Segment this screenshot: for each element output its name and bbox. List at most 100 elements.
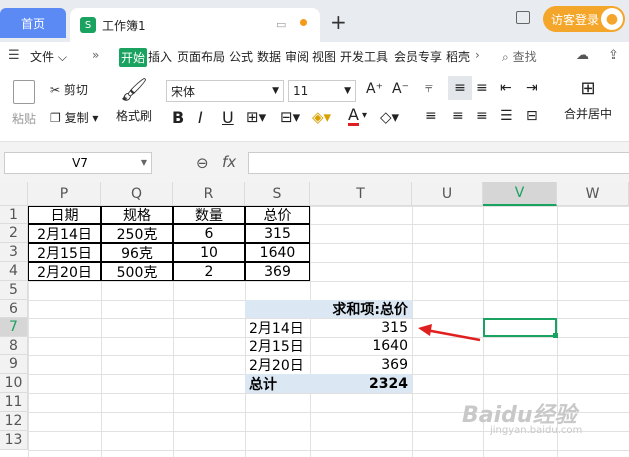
- align-center-icon[interactable]: ≡: [452, 108, 464, 124]
- format-painter-button[interactable]: 🖌 格式刷: [112, 78, 156, 124]
- pivot-total-label[interactable]: 总计: [245, 374, 310, 393]
- italic-icon[interactable]: I: [198, 108, 203, 127]
- fill-handle[interactable]: [553, 333, 558, 338]
- underline-icon[interactable]: U: [222, 108, 234, 127]
- menu-insert[interactable]: 插入: [148, 48, 172, 65]
- more-arrows-icon[interactable]: »: [92, 48, 99, 62]
- table-cell[interactable]: 500克: [101, 262, 173, 281]
- font-size-select[interactable]: 11 ▼: [288, 80, 356, 102]
- row-header-8[interactable]: 8: [0, 337, 28, 355]
- justify-icon[interactable]: ☰: [500, 108, 513, 124]
- distributed-icon[interactable]: ⊟: [526, 108, 538, 124]
- menu-data[interactable]: 数据: [257, 48, 281, 65]
- eraser-icon[interactable]: ◇▾: [380, 108, 399, 126]
- table-cell[interactable]: 2月15日: [28, 243, 101, 262]
- chevron-right-icon[interactable]: ›: [475, 48, 480, 62]
- font-color-icon[interactable]: A: [348, 107, 359, 126]
- paste-button[interactable]: 粘贴: [8, 78, 40, 136]
- table-cell[interactable]: 96克: [101, 243, 173, 262]
- row-header-12[interactable]: 12: [0, 412, 28, 431]
- zoom-icon[interactable]: ⊖: [196, 154, 209, 172]
- table-cell[interactable]: 2: [173, 262, 245, 281]
- table-cell[interactable]: 2月20日: [28, 262, 101, 281]
- table-cell[interactable]: 315: [245, 224, 310, 243]
- table-header[interactable]: 规格: [101, 206, 173, 224]
- spreadsheet-grid[interactable]: PQRSTUVW 1 2 3 4 5 6 7 8 9 10 11 12 13 日期 规格 数量 总价 2月14日…: [0, 182, 629, 457]
- table-cell[interactable]: 6: [173, 224, 245, 243]
- column-header-s[interactable]: S: [245, 182, 310, 206]
- search-button[interactable]: ⌕ 查找: [502, 48, 537, 65]
- column-header-w[interactable]: W: [557, 182, 629, 206]
- formula-input[interactable]: [248, 152, 629, 174]
- pivot-row-value[interactable]: 315: [310, 318, 412, 337]
- row-header-5[interactable]: 5: [0, 281, 28, 300]
- pivot-row-label[interactable]: 2月14日: [245, 318, 310, 337]
- select-all-corner[interactable]: [0, 182, 28, 206]
- visitor-login-button[interactable]: 访客登录 ●: [543, 6, 625, 32]
- font-name-select[interactable]: 宋体 ▼: [166, 80, 284, 102]
- monitor-icon[interactable]: ▭: [276, 18, 286, 31]
- table-header[interactable]: 日期: [28, 206, 101, 224]
- pivot-total-value[interactable]: 2324: [310, 374, 412, 393]
- decrease-font-icon[interactable]: A⁻: [392, 81, 409, 97]
- column-header-t[interactable]: T: [310, 182, 412, 206]
- row-header-13[interactable]: 13: [0, 431, 28, 450]
- column-header-r[interactable]: R: [173, 182, 245, 206]
- cloud-icon[interactable]: ☁: [576, 48, 589, 63]
- indent-increase-icon[interactable]: ⇥: [526, 80, 538, 96]
- cut-button[interactable]: ✂ 剪切: [50, 81, 88, 98]
- function-icon[interactable]: fx: [222, 153, 236, 171]
- menu-review[interactable]: 审阅: [285, 48, 309, 65]
- pivot-row-value[interactable]: 1640: [310, 337, 412, 355]
- chevron-down-icon[interactable]: ▾: [362, 110, 367, 121]
- hamburger-icon[interactable]: ☰: [8, 48, 20, 63]
- copy-button[interactable]: ❐ 复制 ▾: [50, 109, 98, 126]
- pivot-row-label[interactable]: 2月20日: [245, 355, 310, 374]
- menu-page-layout[interactable]: 页面布局: [177, 48, 225, 65]
- menu-start[interactable]: 开始: [119, 48, 148, 67]
- pivot-title[interactable]: 求和项:总价: [245, 300, 412, 318]
- window-layout-icon[interactable]: [516, 11, 530, 24]
- menu-formula[interactable]: 公式: [229, 48, 253, 65]
- column-header-q[interactable]: Q: [101, 182, 173, 206]
- pivot-row-value[interactable]: 369: [310, 355, 412, 374]
- column-header-v[interactable]: V: [483, 182, 557, 206]
- align-right-icon[interactable]: ≡: [476, 108, 488, 124]
- menu-developer[interactable]: 开发工具: [340, 48, 388, 65]
- table-cell[interactable]: 10: [173, 243, 245, 262]
- row-header-11[interactable]: 11: [0, 393, 28, 412]
- tab-home[interactable]: 首页: [0, 8, 66, 38]
- table-header[interactable]: 总价: [245, 206, 310, 224]
- row-header-10[interactable]: 10: [0, 374, 28, 393]
- align-middle-icon[interactable]: ≡: [448, 76, 472, 100]
- align-top-icon[interactable]: ⫧: [425, 80, 433, 96]
- menu-member[interactable]: 会员专享: [394, 48, 442, 65]
- share-icon[interactable]: ⇪: [608, 48, 619, 63]
- tab-workbook[interactable]: S 工作簿1 ▭: [70, 8, 320, 42]
- pivot-row-label[interactable]: 2月15日: [245, 337, 310, 355]
- new-tab-button[interactable]: +: [330, 10, 347, 34]
- align-left-icon[interactable]: ≡: [425, 108, 437, 124]
- column-header-p[interactable]: P: [28, 182, 101, 206]
- table-cell[interactable]: 369: [245, 262, 310, 281]
- row-header-6[interactable]: 6: [0, 300, 28, 318]
- menu-view[interactable]: 视图: [312, 48, 336, 65]
- selected-cell-outline[interactable]: [483, 318, 557, 337]
- row-header-2[interactable]: 2: [0, 224, 28, 243]
- row-header-7[interactable]: 7: [0, 318, 28, 337]
- row-header-9[interactable]: 9: [0, 355, 28, 374]
- increase-font-icon[interactable]: A⁺: [366, 81, 383, 97]
- row-header-4[interactable]: 4: [0, 262, 28, 281]
- table-header[interactable]: 数量: [173, 206, 245, 224]
- indent-decrease-icon[interactable]: ⇤: [500, 80, 512, 96]
- row-header-3[interactable]: 3: [0, 243, 28, 262]
- table-cell[interactable]: 250克: [101, 224, 173, 243]
- table-cell[interactable]: 1640: [245, 243, 310, 262]
- table-cell[interactable]: 2月14日: [28, 224, 101, 243]
- merge-format-icon[interactable]: ⊟▾: [280, 108, 300, 126]
- menu-docer[interactable]: 稻壳: [446, 48, 470, 65]
- name-box[interactable]: V7 ▼: [4, 152, 152, 174]
- row-header-1[interactable]: 1: [0, 206, 28, 224]
- bold-icon[interactable]: B: [172, 108, 184, 127]
- border-icon[interactable]: ⊞▾: [246, 108, 266, 126]
